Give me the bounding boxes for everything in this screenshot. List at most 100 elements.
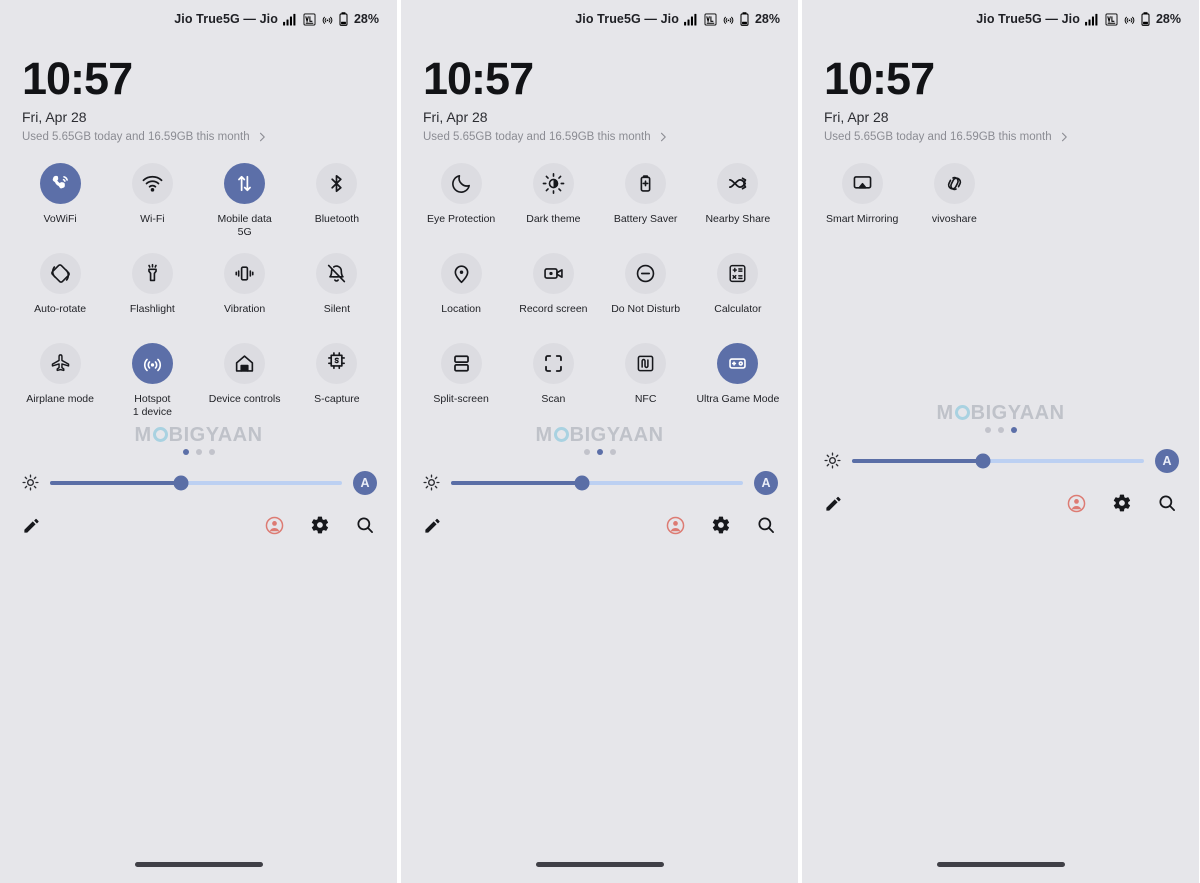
- settings-button[interactable]: [711, 515, 731, 535]
- qs-tile-mobile-data[interactable]: Mobile data 5G: [199, 157, 291, 245]
- data-usage-label: Used 5.65GB today and 16.59GB this month: [423, 130, 651, 143]
- page-dot[interactable]: [182, 448, 189, 455]
- watermark-area: M BIGYAAN: [802, 403, 1199, 437]
- qs-tile-nfc[interactable]: NFC: [600, 337, 692, 425]
- qs-tile-scan[interactable]: Scan: [507, 337, 599, 425]
- edit-tiles-button[interactable]: [824, 494, 843, 513]
- page-dot[interactable]: [195, 448, 202, 455]
- qs-tile-vowifi[interactable]: VoWiFi: [14, 157, 106, 245]
- qs-tile-silent[interactable]: Silent: [291, 247, 383, 335]
- data-usage-row[interactable]: Used 5.65GB today and 16.59GB this month: [824, 131, 1199, 143]
- qs-tile-battery-saver[interactable]: Battery Saver: [600, 157, 692, 245]
- page-indicator[interactable]: [984, 426, 1017, 433]
- qs-tile-flashlight[interactable]: Flashlight: [106, 247, 198, 335]
- page-dot[interactable]: [1010, 426, 1017, 433]
- search-button[interactable]: [1157, 493, 1177, 513]
- dark-theme-icon: [532, 162, 574, 204]
- brightness-slider[interactable]: [50, 475, 342, 491]
- settings-button[interactable]: [1112, 493, 1132, 513]
- qs-tile-wi-fi[interactable]: Wi-Fi: [106, 157, 198, 245]
- mobigyaan-watermark: M BIGYAAN: [134, 425, 262, 445]
- panel-header: 10:57 Fri, Apr 28 Used 5.65GB today and 16…: [0, 38, 397, 143]
- brightness-slider[interactable]: [451, 475, 743, 491]
- hotspot-icon: [131, 342, 173, 384]
- qs-tile-eye-protection[interactable]: Eye Protection: [415, 157, 507, 245]
- brightness-row: A: [401, 459, 798, 495]
- qs-tile-vivoshare[interactable]: vivoshare: [908, 157, 1000, 245]
- watermark-text-before: M: [936, 401, 954, 424]
- quick-settings-grid: VoWiFi Wi-Fi Mobile data 5G Bluetooth Auto-ro…: [0, 157, 397, 425]
- date-label: Fri, Apr 28: [22, 108, 87, 125]
- qs-tile-label: VoWiFi: [43, 212, 77, 225]
- brightness-icon: [22, 474, 39, 491]
- qs-tile-dark-theme[interactable]: Dark theme: [507, 157, 599, 245]
- volte-icon: [303, 13, 316, 26]
- clock[interactable]: 10:57: [824, 56, 1199, 102]
- qs-tile-hotspot[interactable]: Hotspot 1 device: [106, 337, 198, 425]
- qs-tile-s-capture[interactable]: S-capture: [291, 337, 383, 425]
- qs-tile-do-not-disturb[interactable]: Do Not Disturb: [600, 247, 692, 335]
- watermark-text-after: BIGYAAN: [168, 423, 263, 446]
- clock[interactable]: 10:57: [423, 56, 798, 102]
- qs-tile-calculator[interactable]: Calculator: [692, 247, 784, 335]
- brightness-slider[interactable]: [852, 453, 1144, 469]
- auto-rotate-icon: [39, 252, 81, 294]
- signal-bars-icon: [283, 13, 298, 26]
- page-dot[interactable]: [596, 448, 603, 455]
- brightness-slider-knob[interactable]: [173, 475, 189, 491]
- qs-tile-device-controls[interactable]: Device controls: [199, 337, 291, 425]
- qs-tile-label: S-capture: [314, 392, 360, 405]
- page-dot[interactable]: [609, 448, 616, 455]
- hotspot-icon: [321, 13, 334, 26]
- page-indicator[interactable]: [182, 448, 215, 455]
- search-button[interactable]: [756, 515, 776, 535]
- battery-icon: [1141, 12, 1150, 26]
- qs-tile-vibration[interactable]: Vibration: [199, 247, 291, 335]
- s-capture-icon: [316, 342, 358, 384]
- qs-tile-nearby-share[interactable]: Nearby Share: [692, 157, 784, 245]
- page-indicator[interactable]: [583, 448, 616, 455]
- data-usage-row[interactable]: Used 5.65GB today and 16.59GB this month: [423, 131, 798, 143]
- moon-icon: [440, 162, 482, 204]
- edit-tiles-button[interactable]: [423, 516, 442, 535]
- settings-button[interactable]: [310, 515, 330, 535]
- user-profile-button[interactable]: [264, 515, 285, 536]
- user-profile-button[interactable]: [1066, 493, 1087, 514]
- brightness-slider-knob[interactable]: [574, 475, 590, 491]
- qs-tile-location[interactable]: Location: [415, 247, 507, 335]
- auto-brightness-button[interactable]: A: [353, 470, 377, 495]
- qs-tile-split-screen[interactable]: Split-screen: [415, 337, 507, 425]
- qs-tile-auto-rotate[interactable]: Auto-rotate: [14, 247, 106, 335]
- data-usage-row[interactable]: Used 5.65GB today and 16.59GB this month: [22, 131, 397, 143]
- split-screen-icon: [440, 342, 482, 384]
- battery-percent-label: 28%: [353, 12, 379, 26]
- search-button[interactable]: [355, 515, 375, 535]
- page-dot[interactable]: [583, 448, 590, 455]
- user-profile-button[interactable]: [665, 515, 686, 536]
- qs-tile-record-screen[interactable]: Record screen: [507, 247, 599, 335]
- gesture-nav-bar[interactable]: [535, 862, 664, 867]
- watermark-area: M BIGYAAN: [401, 425, 798, 459]
- page-dot[interactable]: [997, 426, 1004, 433]
- gesture-nav-bar[interactable]: [936, 862, 1065, 867]
- quick-settings-panel: Jio True5G — Jio 28% 10:57 Fri, Apr 28 Used …: [0, 0, 397, 883]
- cast-icon: [841, 162, 883, 204]
- qs-tile-label: Eye Protection: [426, 212, 496, 225]
- edit-tiles-button[interactable]: [22, 516, 41, 535]
- wm-circle-o-icon: [954, 405, 970, 421]
- panel-actions: [401, 495, 798, 536]
- auto-brightness-button[interactable]: A: [1155, 448, 1179, 473]
- chevron-right-icon: [657, 131, 669, 143]
- clock[interactable]: 10:57: [22, 56, 397, 102]
- qs-tile-label: Calculator: [714, 302, 762, 315]
- qs-tile-bluetooth[interactable]: Bluetooth: [291, 157, 383, 245]
- qs-tile-airplane-mode[interactable]: Airplane mode: [14, 337, 106, 425]
- gesture-nav-bar[interactable]: [134, 862, 263, 867]
- qs-tile-ultra-game-mode[interactable]: Ultra Game Mode: [692, 337, 784, 425]
- page-dot[interactable]: [208, 448, 215, 455]
- brightness-slider-knob[interactable]: [975, 453, 991, 469]
- qs-tile-smart-mirroring[interactable]: Smart Mirroring: [816, 157, 908, 245]
- page-dot[interactable]: [984, 426, 991, 433]
- auto-brightness-button[interactable]: A: [754, 470, 778, 495]
- qs-tile-label: Battery Saver: [613, 212, 678, 225]
